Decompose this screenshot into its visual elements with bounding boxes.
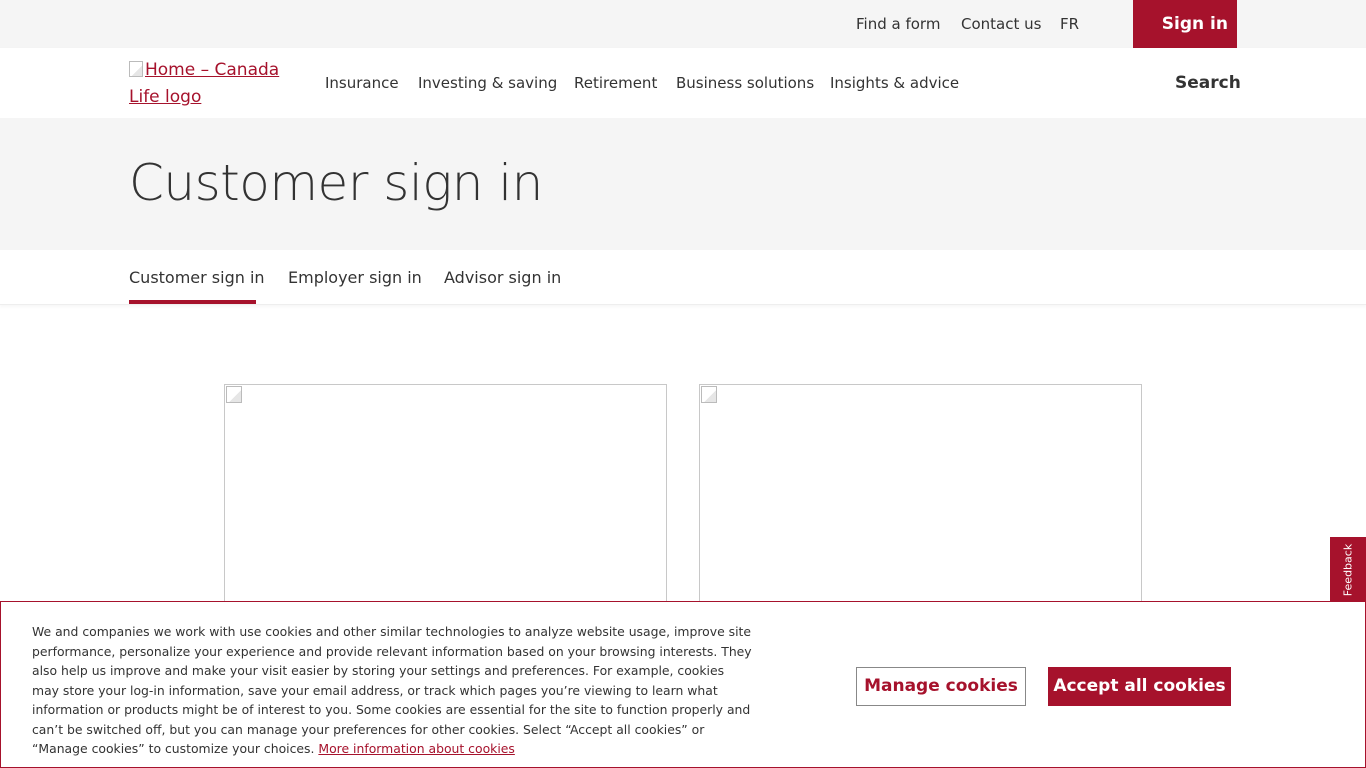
broken-image-icon xyxy=(701,386,717,403)
main-nav: Home – Canada Life logo Insurance Invest… xyxy=(0,48,1366,118)
nav-item-business-solutions[interactable]: Business solutions xyxy=(676,48,814,118)
manage-cookies-button[interactable]: Manage cookies xyxy=(856,667,1026,706)
page-title: Customer sign in xyxy=(129,154,543,212)
cookie-banner: We and companies we work with use cookie… xyxy=(0,601,1366,768)
feedback-label: Feedback xyxy=(1341,543,1355,597)
cookie-notice-body: We and companies we work with use cookie… xyxy=(32,624,752,756)
hero-banner: Customer sign in xyxy=(0,118,1366,250)
nav-item-insurance[interactable]: Insurance xyxy=(325,48,399,118)
find-form-link[interactable]: Find a form xyxy=(856,0,940,48)
tab-customer-sign-in[interactable]: Customer sign in xyxy=(129,250,265,305)
nav-item-insights-advice[interactable]: Insights & advice xyxy=(830,48,959,118)
accept-all-cookies-button[interactable]: Accept all cookies xyxy=(1048,667,1231,706)
sign-in-tabs: Customer sign in Employer sign in Adviso… xyxy=(0,250,1366,305)
search-button[interactable]: Search xyxy=(1175,48,1241,118)
sign-in-card-left[interactable] xyxy=(224,384,667,624)
tab-employer-sign-in[interactable]: Employer sign in xyxy=(288,250,422,305)
feedback-button[interactable]: Feedback xyxy=(1330,537,1366,603)
nav-item-retirement[interactable]: Retirement xyxy=(574,48,657,118)
language-toggle-link[interactable]: FR xyxy=(1060,0,1079,48)
logo-alt-text: Home – Canada Life logo xyxy=(129,60,280,107)
sign-in-card-right[interactable] xyxy=(699,384,1142,624)
broken-image-icon xyxy=(129,61,143,77)
nav-item-investing-saving[interactable]: Investing & saving xyxy=(418,48,557,118)
tab-advisor-sign-in[interactable]: Advisor sign in xyxy=(444,250,561,305)
cookie-notice-text: We and companies we work with use cookie… xyxy=(32,622,752,759)
utility-bar: Find a form Contact us FR Sign in xyxy=(0,0,1366,48)
sign-in-button[interactable]: Sign in xyxy=(1133,0,1237,48)
active-tab-indicator xyxy=(129,300,256,304)
more-cookie-info-link[interactable]: More information about cookies xyxy=(318,741,514,756)
broken-image-icon xyxy=(226,386,242,403)
home-logo-link[interactable]: Home – Canada Life logo xyxy=(129,57,289,111)
contact-us-link[interactable]: Contact us xyxy=(961,0,1041,48)
